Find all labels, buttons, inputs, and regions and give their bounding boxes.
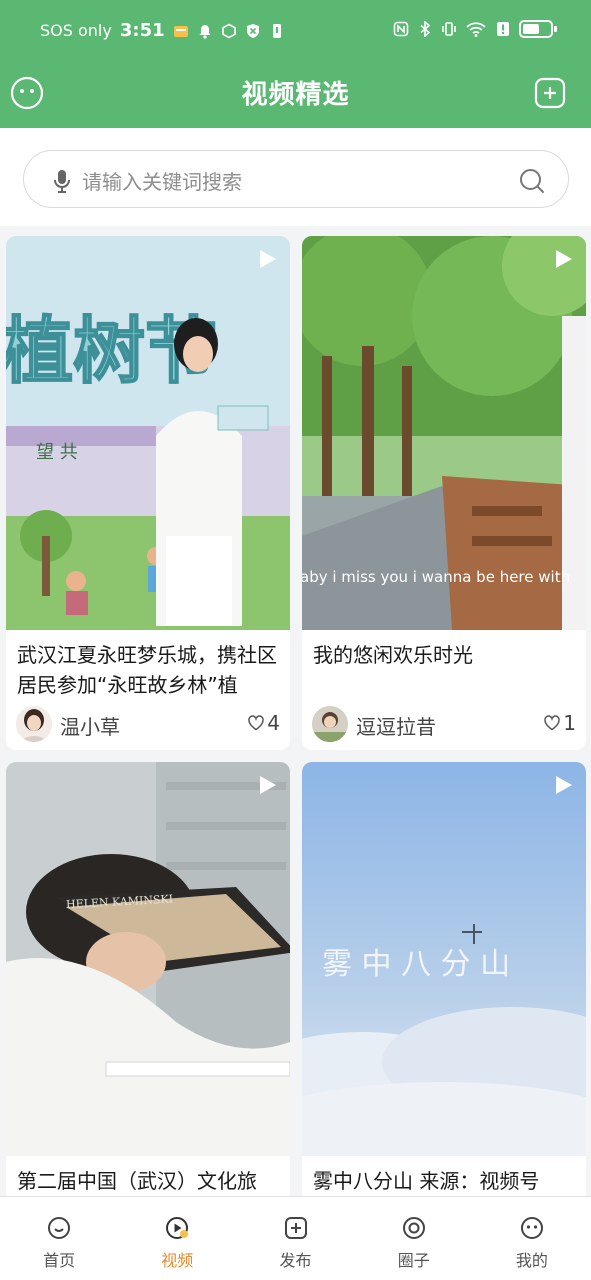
like-count[interactable]: 1 [543,711,576,735]
author-name[interactable]: 逗逗拉昔 [356,711,436,740]
search-input[interactable]: 请输入关键词搜索 [23,150,569,208]
video-card[interactable]: 雾 中 八 分 山 雾中八分山 来源：视频号 [302,762,586,1196]
wallet-icon [173,25,188,37]
like-count-value: 1 [563,711,576,735]
nav-item-video[interactable]: 视频 [118,1197,236,1280]
video-title: 我的悠闲欢乐时光 [313,643,473,667]
video-feed: 植树节 望 共 武汉江夏永旺梦乐城，携社区居民参加“永旺故乡林”植 温小草 4 … [0,226,591,1196]
heart-icon[interactable] [543,714,561,732]
avatar[interactable] [312,706,348,742]
avatar[interactable] [16,706,52,742]
profile-icon[interactable] [519,1215,545,1241]
header: SOS only 3:51 视频精选 [0,0,591,128]
play-icon [260,250,276,268]
search-icon[interactable] [518,167,546,195]
thumbnail-image: HELEN KAMINSKI [6,762,290,1156]
nav-label: 视频 [161,1251,194,1270]
heart-icon[interactable] [247,714,265,732]
search-area: 请输入关键词搜索 [0,128,591,226]
author-name[interactable]: 温小草 [60,711,120,740]
video-thumbnail[interactable]: aby i miss you i wanna be here with [302,236,586,630]
close-badge-icon [246,23,259,38]
thumbnail-image: 植树节 望 共 [6,236,290,630]
bluetooth-icon [420,21,431,37]
nav-item-profile[interactable]: 我的 [473,1197,591,1280]
nav-label: 首页 [43,1251,76,1270]
video-thumbnail[interactable]: 雾 中 八 分 山 [302,762,586,1156]
like-count-value: 4 [267,711,280,735]
microphone-icon[interactable] [52,168,72,194]
nav-label: 我的 [515,1251,548,1270]
nav-item-circle[interactable]: 圈子 [355,1197,473,1280]
publish-icon[interactable] [283,1215,309,1241]
thumb-caption: aby i miss you i wanna be here with [302,568,570,586]
play-icon [260,776,276,794]
carrier-label: SOS only [40,21,112,40]
sim-icon [272,23,281,38]
alert-icon [497,22,509,36]
video-title: 第二届中国（武汉）文化旅 [17,1169,257,1193]
nav-item-publish[interactable]: 发布 [236,1197,354,1280]
status-right [393,20,557,38]
thumbnail-image: aby i miss you i wanna be here with [302,236,586,630]
video-card[interactable]: HELEN KAMINSKI 第二届中国（武汉）文化旅 [6,762,290,1196]
search-placeholder: 请输入关键词搜索 [82,170,242,194]
battery-level [523,24,539,34]
bottom-navigation: 首页 视频 发布 圈子 我的 [0,1196,591,1280]
card-meta: 逗逗拉昔 1 [302,702,586,750]
home-icon[interactable] [46,1215,72,1241]
nav-item-home[interactable]: 首页 [0,1197,118,1280]
card-meta: 温小草 4 [6,702,290,750]
nav-label: 圈子 [397,1251,430,1270]
like-count[interactable]: 4 [247,711,280,735]
page-title: 视频精选 [241,80,350,110]
cube-icon [221,23,236,38]
video-card[interactable]: aby i miss you i wanna be here with 我的悠闲… [302,236,586,750]
thumbnail-image: 雾 中 八 分 山 [302,762,586,1156]
battery-icon [519,20,557,38]
thumb-big-text: 雾 中 八 分 山 [322,947,510,982]
video-play-icon[interactable] [164,1215,190,1241]
status-left: SOS only 3:51 [40,20,285,41]
video-title: 雾中八分山 来源：视频号 [313,1169,540,1193]
thumb-sub-text: 望 共 [36,442,78,463]
add-square-icon[interactable] [533,76,567,110]
nav-label: 发布 [279,1251,312,1270]
play-icon [556,776,572,794]
video-thumbnail[interactable]: HELEN KAMINSKI [6,762,290,1156]
status-bar: SOS only 3:51 [0,0,591,64]
vibrate-icon [442,22,456,36]
play-icon [556,250,572,268]
nfc-icon [393,21,409,37]
title-bar: 视频精选 [0,64,591,128]
video-thumbnail[interactable]: 植树节 望 共 [6,236,290,630]
wifi-icon [466,22,486,37]
status-time: 3:51 [119,20,165,41]
video-title: 武汉江夏永旺梦乐城，携社区居民参加“永旺故乡林”植 [17,643,277,697]
bell-icon [199,24,211,39]
app-screen: SOS only 3:51 视频精选 请输入关键词搜索 植树节 望 共 武汉江夏… [0,0,591,1280]
video-card[interactable]: 植树节 望 共 武汉江夏永旺梦乐城，携社区居民参加“永旺故乡林”植 温小草 4 [6,236,290,750]
circle-icon[interactable] [401,1215,427,1241]
